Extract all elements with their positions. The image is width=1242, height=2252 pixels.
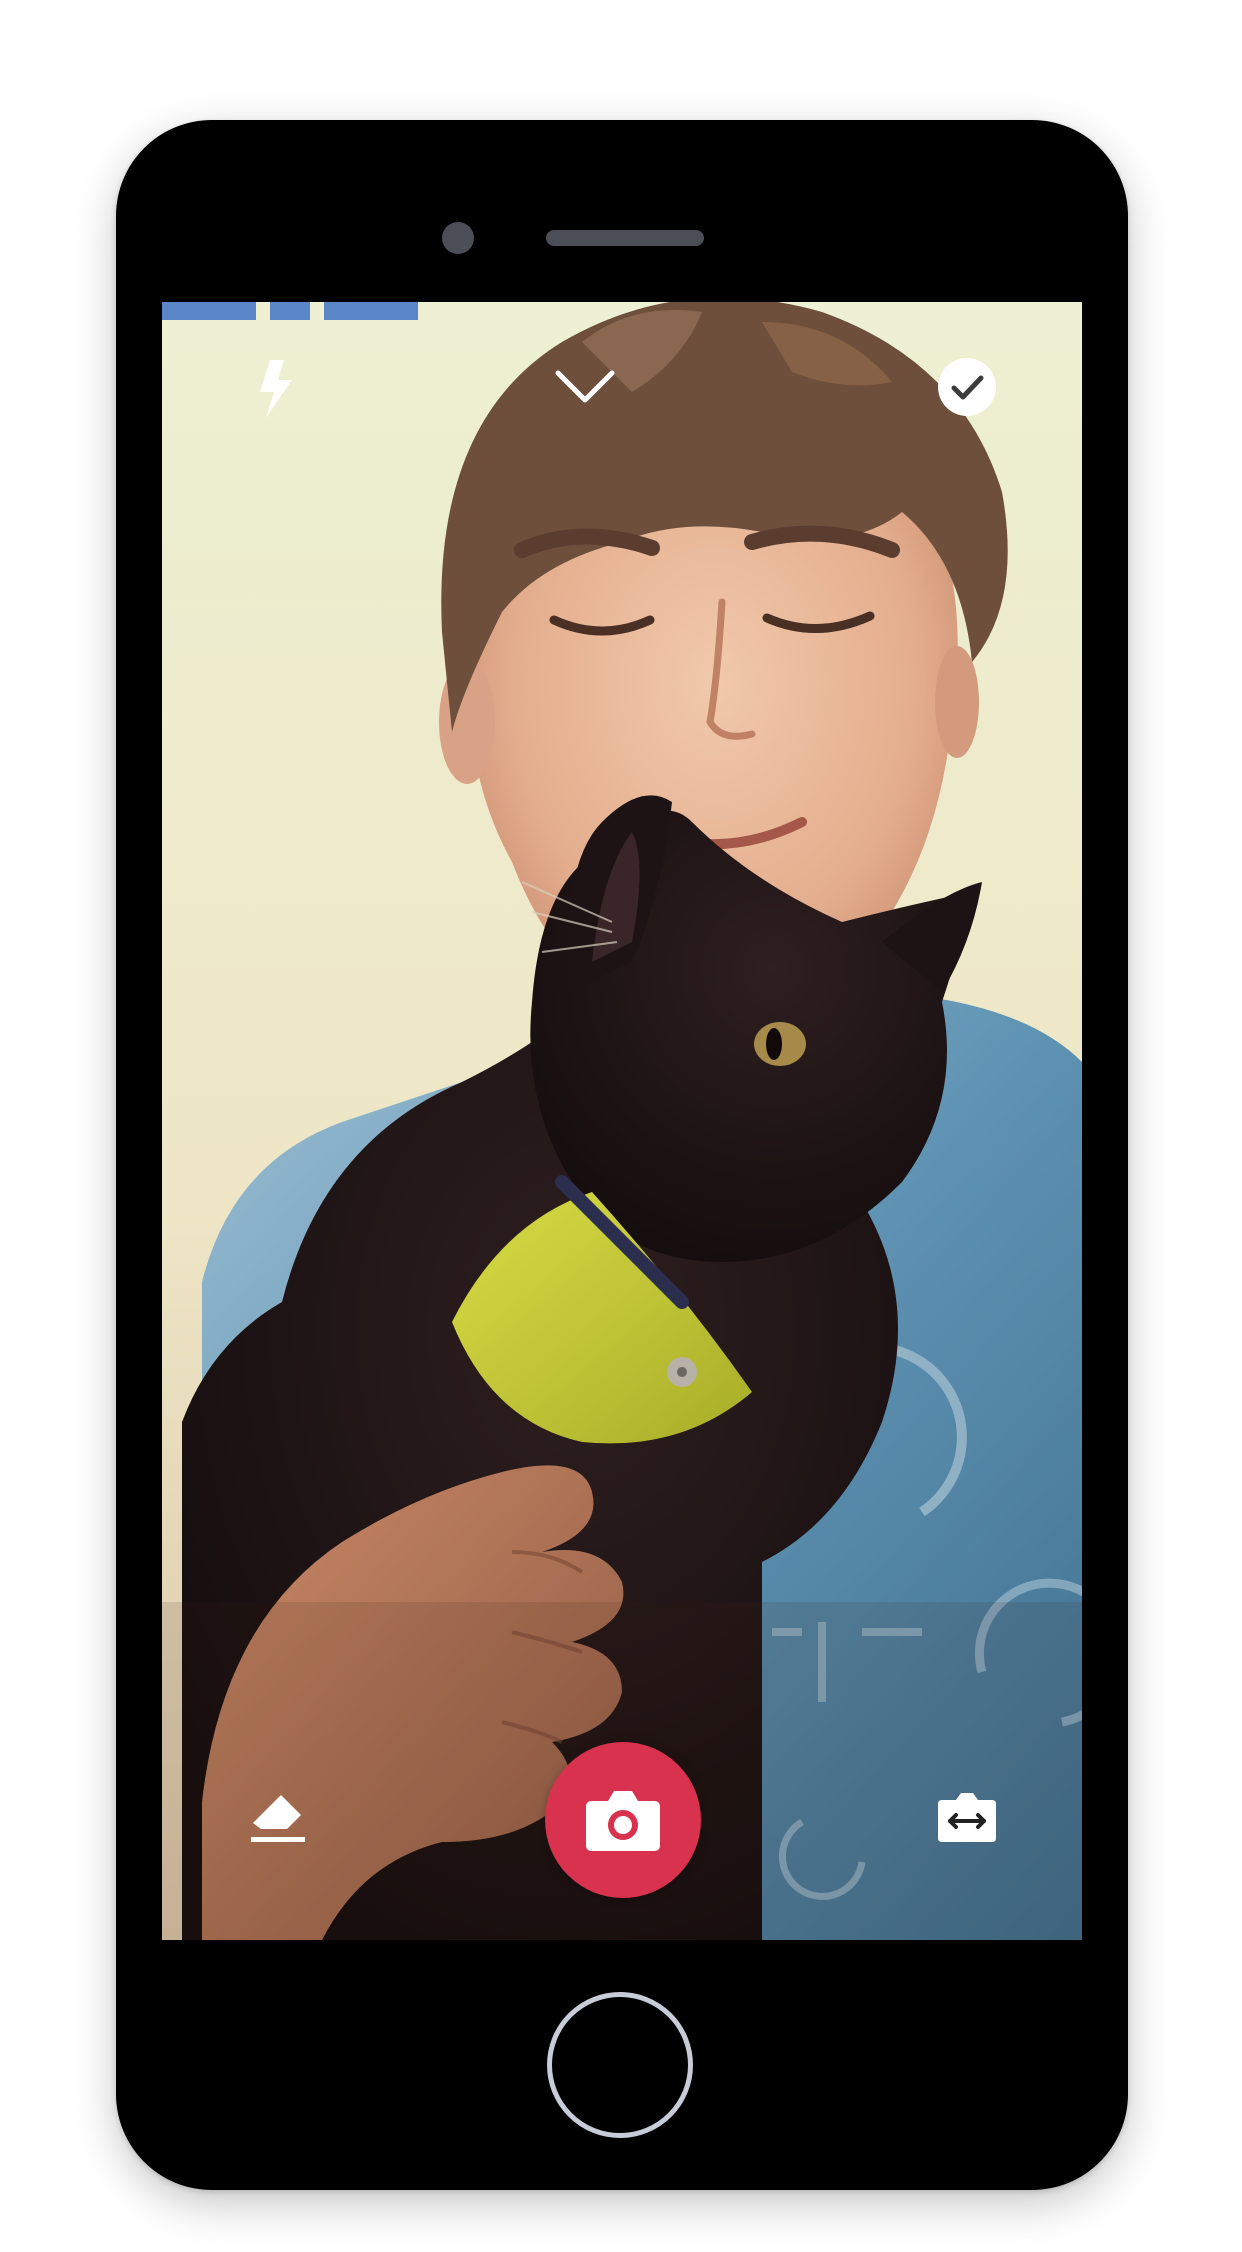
done-button[interactable] — [934, 354, 1000, 420]
page — [0, 0, 1242, 2252]
progress-segment — [270, 302, 310, 320]
camera-preview-photo — [162, 302, 1082, 1940]
front-camera — [442, 222, 474, 254]
shutter-button[interactable] — [545, 1742, 701, 1898]
progress-segment — [162, 302, 256, 320]
collapse-button[interactable] — [548, 357, 622, 417]
lightning-bolt-icon — [260, 360, 292, 418]
flip-camera-button[interactable] — [930, 1780, 1004, 1854]
phone-frame — [116, 120, 1128, 2190]
earpiece-speaker — [546, 230, 704, 246]
camera-screen — [162, 302, 1082, 1940]
check-circle-icon — [938, 358, 996, 416]
chevron-down-icon — [555, 370, 615, 403]
camera-icon — [586, 1791, 660, 1851]
eraser-button[interactable] — [238, 1776, 318, 1856]
home-button[interactable] — [547, 1992, 693, 2138]
switch-camera-icon — [938, 1793, 996, 1842]
flash-button[interactable] — [238, 352, 312, 426]
progress-segment — [324, 302, 418, 320]
story-progress-bar — [162, 302, 418, 320]
eraser-icon — [251, 1795, 305, 1842]
